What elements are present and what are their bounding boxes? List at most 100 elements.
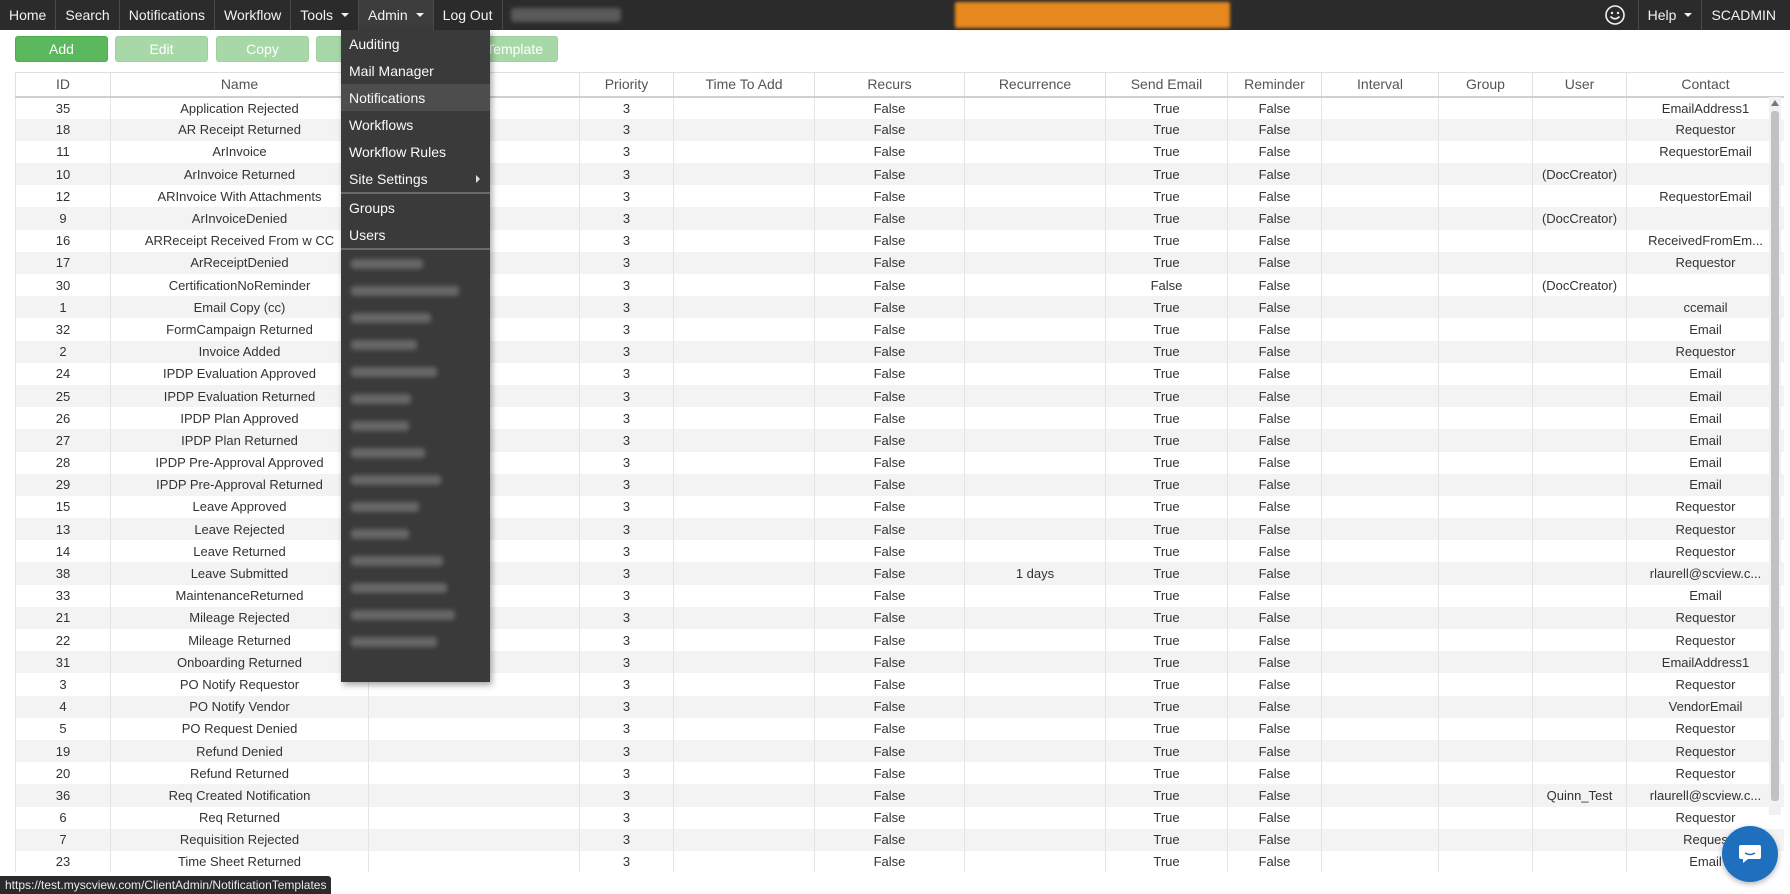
menu-item-workflow-rules[interactable]: Workflow Rules (341, 138, 490, 165)
redacted-menu-item[interactable] (341, 277, 490, 304)
menu-item-workflows[interactable]: Workflows (341, 111, 490, 138)
table-row[interactable]: 29 IPDP Pre-Approval Returned 3 False True Fa… (15, 473, 1784, 496)
nav-home[interactable]: Home (0, 0, 57, 30)
table-row[interactable]: 36 Req Created Notification 3 False True Fals… (15, 784, 1784, 807)
nav-user[interactable]: SCADMIN (1702, 0, 1790, 30)
table-row[interactable]: 13 Leave Rejected 3 False True False Requestor (15, 518, 1784, 541)
table-row[interactable]: 30 CertificationNoReminder 3 False False Fals… (15, 274, 1784, 297)
redacted-menu-item[interactable] (341, 601, 490, 628)
table-cell (1532, 96, 1627, 119)
table-row[interactable]: 14 Leave Returned 3 False True False Requestor (15, 540, 1784, 563)
menu-item-users[interactable]: Users (341, 221, 490, 248)
table-cell (964, 407, 1106, 430)
table-row[interactable]: 38 Leave Submitted 3 False 1 days True False rl… (15, 562, 1784, 585)
table-row[interactable]: 9 ArInvoiceDenied 3 False True False (DocCreat… (15, 207, 1784, 230)
nav-admin[interactable]: Admin (358, 0, 434, 30)
nav-workflow[interactable]: Workflow (215, 0, 292, 30)
table-cell: False (814, 651, 965, 674)
column-header[interactable]: Group (1438, 72, 1533, 98)
vertical-scrollbar[interactable] (1769, 97, 1781, 815)
table-row[interactable]: 25 IPDP Evaluation Returned 3 False True Fals… (15, 384, 1784, 408)
table-row[interactable]: 15 Leave Approved 3 False True False Requestor (15, 495, 1784, 519)
table-cell (964, 629, 1106, 652)
table-cell (1532, 673, 1627, 696)
redacted-menu-item[interactable] (341, 304, 490, 331)
table-row[interactable]: 31 Onboarding Returned 3 False True False Emai… (15, 651, 1784, 674)
redacted-menu-item[interactable] (341, 250, 490, 277)
table-cell: ArReceiptDenied (110, 251, 369, 274)
nav-notifications[interactable]: Notifications (120, 0, 215, 30)
redacted-menu-item[interactable] (341, 385, 490, 412)
table-row[interactable]: 27 IPDP Plan Returned 3 False True False Email (15, 429, 1784, 452)
table-row[interactable]: 10 ArInvoice Returned 3 False True False (DocC… (15, 163, 1784, 186)
redacted-menu-item[interactable] (341, 439, 490, 466)
column-header[interactable]: User (1532, 72, 1627, 98)
table-row[interactable]: 17 ArReceiptDenied 3 False True False Requesto… (15, 251, 1784, 274)
table-row[interactable]: 18 AR Receipt Returned 3 False True False Requ… (15, 118, 1784, 141)
column-header[interactable]: Interval (1321, 72, 1439, 98)
table-row[interactable]: 19 Refund Denied 3 False True False Requestor (15, 739, 1784, 763)
column-header[interactable]: Name (110, 72, 369, 98)
table-row[interactable]: 1 Email Copy (cc) 3 False True False ccemail (15, 296, 1784, 319)
table-row[interactable]: 12 ARInvoice With Attachments 3 False True Fa… (15, 185, 1784, 208)
redacted-menu-item[interactable] (341, 466, 490, 493)
table-row[interactable]: 32 FormCampaign Returned 3 False True False Em… (15, 318, 1784, 341)
table-row[interactable]: 28 IPDP Pre-Approval Approved 3 False True Fa… (15, 451, 1784, 474)
nav-logout[interactable]: Log Out (434, 0, 503, 30)
table-row[interactable]: 33 MaintenanceReturned 3 False True False Emai… (15, 584, 1784, 607)
menu-item-site-settings[interactable]: Site Settings (341, 165, 490, 192)
table-cell: False (814, 806, 965, 829)
redacted-menu-item[interactable] (341, 574, 490, 601)
table-cell (964, 140, 1106, 164)
table-row[interactable]: 6 Req Returned 3 False True False Requestor (15, 806, 1784, 829)
table-cell (1321, 274, 1439, 297)
smiley-icon[interactable] (1604, 4, 1626, 26)
table-row[interactable]: 35 Application Rejected 3 False True False Ema… (15, 96, 1784, 119)
table-row[interactable]: 21 Mileage Rejected 3 False True False Request… (15, 606, 1784, 629)
table-row[interactable]: 2 Invoice Added 3 False True False Requestor (15, 340, 1784, 363)
table-row[interactable]: 11 ArInvoice 3 False True False RequestorEmail (15, 140, 1784, 164)
column-header[interactable]: Time To Add (673, 72, 815, 98)
menu-item-mail-manager[interactable]: Mail Manager (341, 57, 490, 84)
chat-button[interactable] (1722, 826, 1778, 882)
column-header[interactable]: Reminder (1227, 72, 1322, 98)
table-row[interactable]: 23 Time Sheet Returned 3 False True False Emai… (15, 850, 1784, 872)
table-cell (964, 340, 1106, 363)
nav-search[interactable]: Search (56, 0, 120, 30)
menu-item-groups[interactable]: Groups (341, 194, 490, 221)
column-header[interactable]: Priority (579, 72, 674, 98)
add-button[interactable]: Add (15, 36, 108, 62)
column-header[interactable]: Recurs (814, 72, 965, 98)
table-row[interactable]: 4 PO Notify Vendor 3 False True False VendorEm… (15, 695, 1784, 718)
table-row[interactable]: 22 Mileage Returned 3 False True False Request… (15, 629, 1784, 652)
column-header[interactable]: Send Email (1105, 72, 1228, 98)
nav-tools[interactable]: Tools (291, 0, 359, 30)
table-cell (673, 118, 815, 141)
table-row[interactable]: 24 IPDP Evaluation Approved 3 False True Fals… (15, 362, 1784, 385)
column-header[interactable]: Contact (1626, 72, 1784, 98)
scroll-up-icon[interactable] (1771, 100, 1779, 106)
edit-button[interactable]: Edit (115, 36, 208, 62)
redacted-menu-item[interactable] (341, 547, 490, 574)
redacted-menu-item[interactable] (341, 628, 490, 655)
table-row[interactable]: 3 PO Notify Requestor 3 False True False Reque… (15, 673, 1784, 696)
nav-help[interactable]: Help (1637, 0, 1703, 30)
copy-button[interactable]: Copy (216, 36, 309, 62)
table-row[interactable]: 16 ARReceipt Received From w CC 3 False True… (15, 229, 1784, 252)
redacted-menu-item[interactable] (341, 412, 490, 439)
table-row[interactable]: 7 Requisition Rejected 3 False True False Requ… (15, 828, 1784, 851)
table-cell: EmailAddress1 (1626, 96, 1784, 119)
redacted-menu-item[interactable] (341, 520, 490, 547)
table-row[interactable]: 20 Refund Returned 3 False True False Requesto… (15, 762, 1784, 785)
redacted-menu-item[interactable] (341, 358, 490, 385)
menu-item-notifications[interactable]: Notifications (341, 84, 490, 111)
table-row[interactable]: 26 IPDP Plan Approved 3 False True False Email (15, 407, 1784, 430)
redacted-menu-item[interactable] (341, 493, 490, 520)
menu-item-auditing[interactable]: Auditing (341, 30, 490, 57)
column-header[interactable]: Recurrence (964, 72, 1106, 98)
column-header[interactable]: ID (15, 72, 111, 98)
table-cell: False (1227, 251, 1322, 274)
scrollbar-thumb[interactable] (1771, 111, 1779, 801)
table-row[interactable]: 5 PO Request Denied 3 False True False Request… (15, 717, 1784, 740)
redacted-menu-item[interactable] (341, 331, 490, 358)
